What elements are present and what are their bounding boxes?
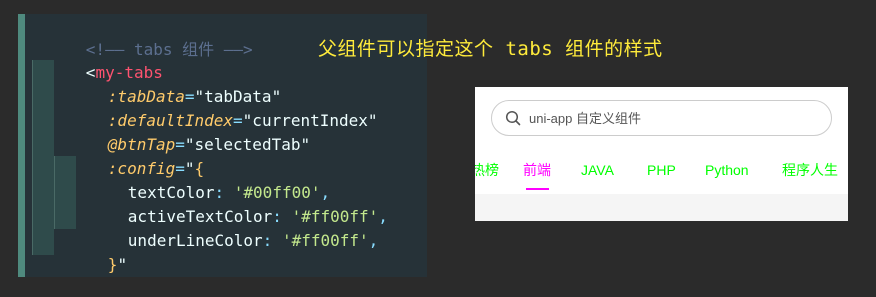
code-line-open-tag: <my-tabs — [28, 37, 163, 82]
tab-python[interactable]: Python — [705, 159, 749, 181]
search-input[interactable] — [529, 101, 819, 135]
code-line-config-activetextcolor: activeTextColor: '#ff00ff', — [70, 181, 388, 226]
tab-java[interactable]: JAVA — [581, 159, 614, 181]
search-bar[interactable] — [491, 100, 832, 136]
config-key: underLineColor — [127, 231, 263, 250]
code-line-close-tag: ></my-tabs> — [28, 253, 192, 277]
config-comma: , — [378, 207, 388, 226]
tab-rebang[interactable]: 热榜 — [475, 159, 499, 181]
tab-chengxu-rensheng[interactable]: 程序人生 — [782, 159, 838, 181]
search-icon — [505, 110, 521, 126]
code-line-config-close: }" — [50, 229, 127, 274]
app-preview: 热榜 前端 JAVA PHP Python 程序人生 — [475, 87, 848, 221]
code-line-config-underlinecolor: underLineColor: '#ff00ff', — [70, 205, 378, 250]
annotation-caption: 父组件可以指定这个 tabs 组件的样式 — [318, 38, 663, 60]
screenshot-canvas: <!—— tabs 组件 ——> <my-tabs :tabData="tabD… — [0, 0, 876, 297]
active-tab-underline — [526, 188, 549, 190]
code-line-config-textcolor: textColor: '#00ff00', — [70, 157, 330, 202]
editor-gutter-bar — [18, 14, 25, 277]
code-line-attr-config: :config="{ — [50, 133, 204, 178]
code-line-comment: <!—— tabs 组件 ——> — [28, 14, 253, 59]
config-value: '#ff00ff' — [281, 231, 369, 250]
code-line-attr-tabdata: :tabData="tabData" — [50, 61, 281, 106]
config-colon: : — [262, 231, 273, 250]
config-comma: , — [368, 231, 379, 250]
code-line-attr-defaultindex: :defaultIndex="currentIndex" — [50, 85, 378, 130]
tab-qianduan[interactable]: 前端 — [523, 159, 551, 181]
preview-header: 热榜 前端 JAVA PHP Python 程序人生 — [475, 87, 848, 194]
tab-php[interactable]: PHP — [647, 159, 676, 181]
code-line-attr-btntap: @btnTap="selectedTab" — [50, 109, 310, 154]
